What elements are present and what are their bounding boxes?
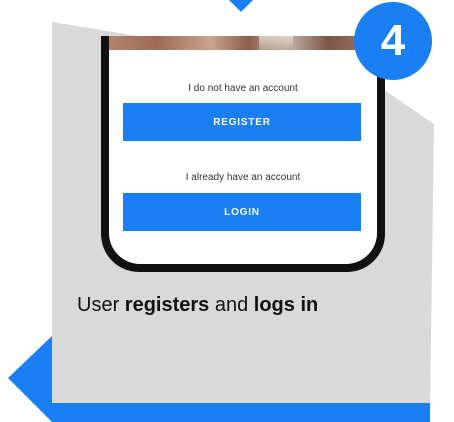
top-arrow-notch	[229, 0, 253, 12]
tagline-word-registers: registers	[124, 294, 210, 316]
login-button[interactable]: LOGIN	[123, 193, 361, 231]
step-number-badge: 4	[354, 2, 432, 80]
register-button[interactable]: REGISTER	[123, 103, 361, 141]
tagline-prefix: User	[77, 294, 125, 316]
header-photo	[109, 36, 377, 50]
phone-screen: I do not have an account REGISTER I alre…	[109, 36, 377, 264]
left-blue-triangle	[8, 336, 52, 422]
login-prompt: I already have an account	[185, 172, 301, 183]
bottom-blue-band	[52, 403, 430, 422]
register-prompt: I do not have an account	[188, 83, 298, 94]
phone-frame: I do not have an account REGISTER I alre…	[101, 36, 385, 272]
step-tagline: User registers and logs in	[77, 294, 318, 317]
tagline-middle: and	[209, 294, 254, 316]
photo-highlight	[259, 36, 293, 50]
step-card: I do not have an account REGISTER I alre…	[0, 0, 454, 422]
tagline-word-logs-in: logs in	[253, 294, 319, 316]
